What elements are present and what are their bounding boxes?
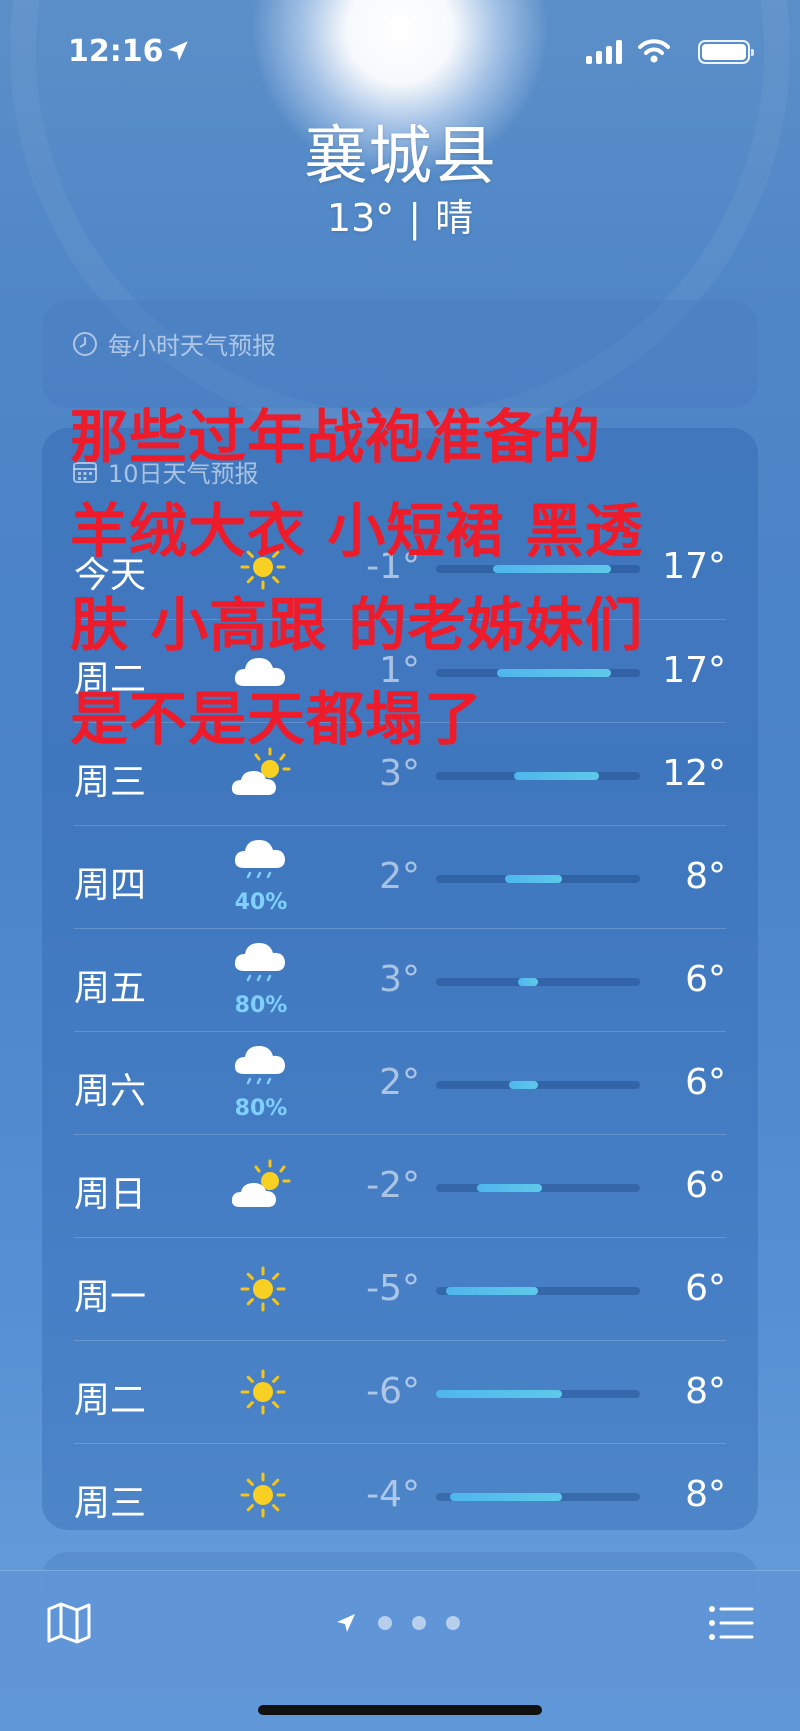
temperature-range-bar xyxy=(436,875,640,883)
overlay-caption-line: 那些过年战袍准备的 xyxy=(70,403,602,471)
forecast-row[interactable]: 周二 -6° 8° xyxy=(74,1340,726,1443)
forecast-day: 周六 xyxy=(74,1071,147,1112)
temperature-range-bar xyxy=(436,1184,640,1192)
forecast-row[interactable]: 周四 40% 2° 8° xyxy=(74,825,726,928)
current-temperature: 13° xyxy=(326,196,395,240)
page-indicator[interactable] xyxy=(334,1611,460,1635)
temperature-range-fill xyxy=(505,875,563,883)
forecast-row[interactable]: 周日 -2° 6° xyxy=(74,1134,726,1237)
high-temperature: 6° xyxy=(685,1268,726,1309)
temperature-range-fill xyxy=(513,772,600,780)
low-temperature: -4° xyxy=(366,1474,420,1515)
separator: | xyxy=(408,196,422,240)
high-temperature: 8° xyxy=(685,1474,726,1515)
high-temperature: 6° xyxy=(685,1062,726,1103)
partly-cloudy-icon xyxy=(228,1151,298,1221)
temperature-range-fill xyxy=(450,1493,563,1501)
city-name: 襄城县 xyxy=(304,120,496,194)
high-temperature: 6° xyxy=(685,1165,726,1206)
sun-icon xyxy=(228,1254,298,1324)
overlay-caption-line: 羊绒大衣 小短裙 黑透 xyxy=(70,497,644,565)
forecast-day: 周日 xyxy=(74,1174,147,1215)
home-indicator[interactable] xyxy=(258,1705,542,1715)
cellular-signal-icon xyxy=(586,40,622,64)
sun-icon xyxy=(228,1357,298,1427)
bottom-toolbar xyxy=(0,1570,800,1731)
temperature-range-bar xyxy=(436,1493,640,1501)
overlay-caption-line: 是不是天都塌了 xyxy=(70,685,484,753)
forecast-day: 周四 xyxy=(74,865,147,906)
forecast-row[interactable]: 周五 80% 3° 6° xyxy=(74,928,726,1031)
temperature-range-bar xyxy=(436,978,640,986)
location-arrow-icon xyxy=(337,1614,355,1632)
list-icon[interactable] xyxy=(708,1603,754,1643)
location-arrow-icon xyxy=(168,41,188,61)
temperature-range-bar xyxy=(436,1287,640,1295)
clock-icon xyxy=(73,331,97,356)
overlay-caption: 那些过年战袍准备的 羊绒大衣 小短裙 黑透肤 小高跟 的老姊妹们 是不是天都塌了 xyxy=(70,390,750,766)
precipitation-chance: 40% xyxy=(234,890,288,915)
low-temperature: 3° xyxy=(379,959,420,1000)
battery-icon xyxy=(698,40,754,64)
temperature-range-fill xyxy=(476,1184,543,1192)
forecast-row[interactable]: 周一 -5° 6° xyxy=(74,1237,726,1340)
status-bar: 12:16 xyxy=(68,34,754,74)
forecast-day: 周一 xyxy=(74,1277,147,1318)
precipitation-chance: 80% xyxy=(234,1096,288,1121)
status-time: 12:16 xyxy=(68,34,164,69)
low-temperature: -5° xyxy=(366,1268,420,1309)
current-conditions: 13° | 晴 xyxy=(0,196,800,240)
temperature-range-fill xyxy=(436,1390,563,1398)
forecast-row[interactable]: 周六 80% 2° 6° xyxy=(74,1031,726,1134)
sun-icon xyxy=(228,1460,298,1530)
page-dot[interactable] xyxy=(378,1616,392,1630)
hourly-forecast-label: 每小时天气预报 xyxy=(108,332,276,360)
hourly-forecast-title: 每小时天气预报 xyxy=(72,326,276,361)
wifi-icon xyxy=(638,39,670,63)
forecast-day: 周二 xyxy=(74,1380,147,1421)
temperature-range-bar xyxy=(436,772,640,780)
forecast-day: 周三 xyxy=(74,1483,147,1524)
forecast-day: 周五 xyxy=(74,968,147,1009)
low-temperature: 2° xyxy=(379,856,420,897)
high-temperature: 6° xyxy=(685,959,726,1000)
overlay-caption-line: 肤 小高跟 的老姊妹们 xyxy=(70,591,644,659)
low-temperature: -6° xyxy=(366,1371,420,1412)
high-temperature: 8° xyxy=(685,1371,726,1412)
forecast-row[interactable]: 周三 -4° 8° xyxy=(74,1443,726,1546)
page-dot[interactable] xyxy=(412,1616,426,1630)
temperature-range-fill xyxy=(509,1081,538,1089)
temperature-range-fill xyxy=(446,1287,538,1295)
location-header: 襄城县 13° | 晴 xyxy=(0,118,800,240)
temperature-range-bar xyxy=(436,1081,640,1089)
low-temperature: -2° xyxy=(366,1165,420,1206)
precipitation-chance: 80% xyxy=(234,993,288,1018)
low-temperature: 2° xyxy=(379,1062,420,1103)
temperature-range-fill xyxy=(517,978,538,986)
page-dot[interactable] xyxy=(446,1616,460,1630)
high-temperature: 8° xyxy=(685,856,726,897)
map-icon[interactable] xyxy=(46,1601,92,1645)
temperature-range-bar xyxy=(436,1390,640,1398)
current-condition: 晴 xyxy=(435,196,474,240)
